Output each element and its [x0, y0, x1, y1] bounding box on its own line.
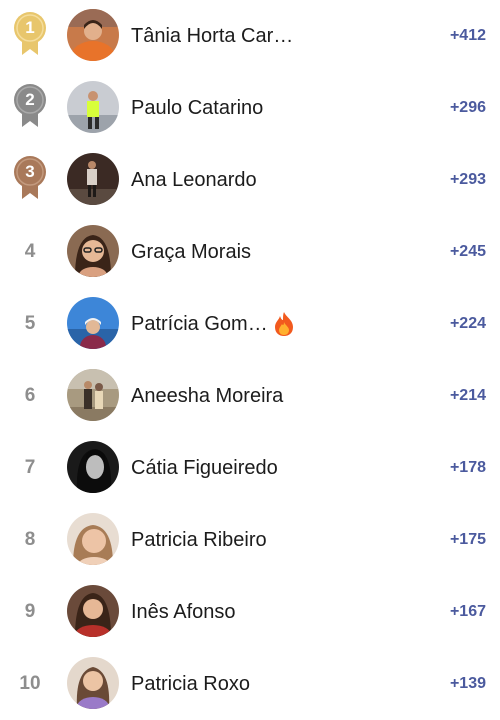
rank-number: 2	[25, 90, 35, 109]
player-name: Graça Morais	[131, 241, 252, 263]
rank-badge: 4	[8, 216, 52, 288]
points: +224	[449, 315, 486, 332]
points: +296	[449, 99, 486, 116]
rank-number: 1	[25, 18, 35, 37]
player-name: Patricia Ribeiro	[131, 529, 267, 551]
avatar[interactable]	[67, 297, 119, 349]
player-name: Ana Leonardo	[131, 169, 257, 191]
leaderboard-row[interactable]: 7 Cátia Figueiredo +178	[0, 432, 500, 504]
player-name: Inês Afonso	[131, 601, 236, 623]
rank-number: 10	[19, 673, 41, 694]
points: +214	[449, 387, 486, 404]
rank-badge: 9	[8, 576, 52, 648]
avatar[interactable]	[67, 657, 119, 709]
rank-badge: 7	[8, 432, 52, 504]
avatar[interactable]	[67, 513, 119, 565]
rank-number: 4	[24, 241, 36, 262]
rank-number: 6	[24, 385, 36, 406]
avatar[interactable]	[67, 225, 119, 277]
bronze-medal-icon: 3	[13, 155, 47, 199]
avatar[interactable]	[67, 153, 119, 205]
rank-badge: 5	[8, 288, 52, 360]
leaderboard-row[interactable]: 4 Graça Morais +245	[0, 216, 500, 288]
leaderboard-row[interactable]: 10 Patricia Roxo +139	[0, 648, 500, 720]
avatar[interactable]	[67, 585, 119, 637]
leaderboard: 1 Tânia Horta Car… +412 2 Paulo Catarino…	[0, 0, 500, 720]
fire-icon	[272, 311, 296, 337]
rank-badge: 2	[8, 72, 52, 144]
leaderboard-row[interactable]: 3 Ana Leonardo +293	[0, 144, 500, 216]
player-name: Tânia Horta Car…	[131, 25, 294, 47]
rank-number: 9	[24, 601, 36, 622]
rank-number: 7	[24, 457, 36, 478]
leaderboard-row[interactable]: 5 Patrícia Gom… +224	[0, 288, 500, 360]
avatar[interactable]	[67, 369, 119, 421]
rank-badge: 3	[8, 144, 52, 216]
gold-medal-icon: 1	[13, 11, 47, 55]
player-name: Cátia Figueiredo	[131, 457, 278, 479]
rank-badge: 8	[8, 504, 52, 576]
points: +245	[449, 243, 486, 260]
rank-number: 3	[25, 162, 35, 181]
points: +412	[449, 27, 486, 44]
player-name: Patricia Roxo	[131, 673, 250, 695]
points: +175	[449, 531, 486, 548]
player-name: Aneesha Moreira	[131, 385, 284, 407]
leaderboard-row[interactable]: 1 Tânia Horta Car… +412	[0, 0, 500, 72]
silver-medal-icon: 2	[13, 83, 47, 127]
leaderboard-row[interactable]: 8 Patricia Ribeiro +175	[0, 504, 500, 576]
points: +139	[449, 675, 486, 692]
rank-number: 8	[24, 529, 36, 550]
leaderboard-row[interactable]: 6 Aneesha Moreira +214	[0, 360, 500, 432]
player-name: Paulo Catarino	[131, 97, 264, 119]
avatar[interactable]	[67, 81, 119, 133]
rank-badge: 10	[8, 648, 52, 720]
avatar[interactable]	[67, 441, 119, 493]
leaderboard-row[interactable]: 2 Paulo Catarino +296	[0, 72, 500, 144]
rank-number: 5	[24, 313, 36, 334]
leaderboard-row[interactable]: 9 Inês Afonso +167	[0, 576, 500, 648]
points: +167	[449, 603, 486, 620]
rank-badge: 6	[8, 360, 52, 432]
rank-badge: 1	[8, 0, 52, 72]
points: +178	[449, 459, 486, 476]
player-name: Patrícia Gom…	[131, 313, 268, 335]
points: +293	[449, 171, 486, 188]
avatar[interactable]	[67, 9, 119, 61]
